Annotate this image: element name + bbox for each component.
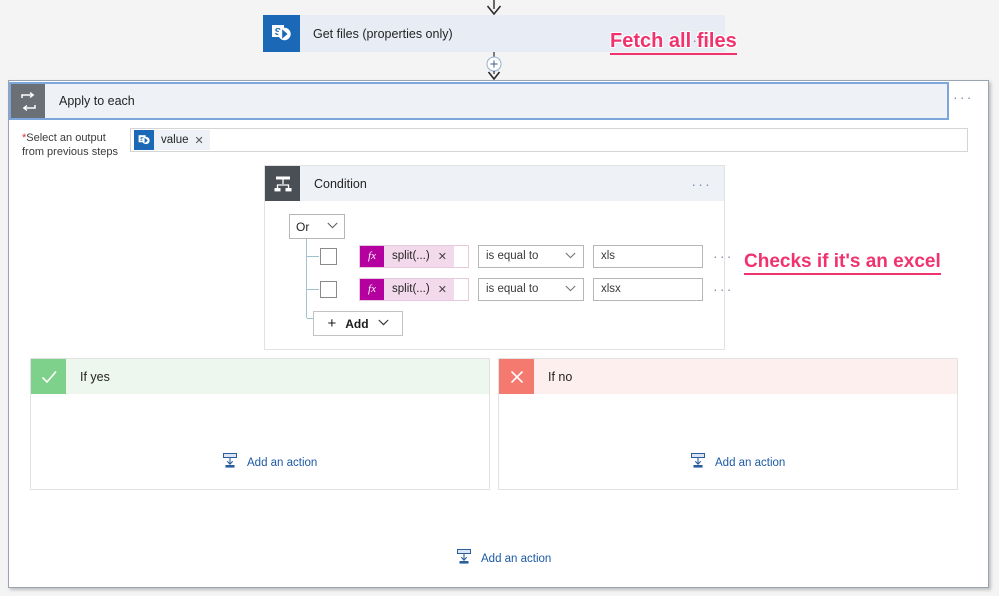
- add-action-label: Add an action: [247, 456, 318, 469]
- expression-label: split(...): [392, 250, 430, 262]
- operator-value: is equal to: [486, 283, 539, 295]
- condition-expression-field[interactable]: fx split(...) ✕: [359, 277, 469, 301]
- condition-rail-branch: [307, 289, 319, 290]
- select-output-label-line1: Select an output: [26, 132, 106, 144]
- expression-label: split(...): [392, 283, 430, 295]
- sharepoint-icon: S: [134, 130, 154, 150]
- add-action-label: Add an action: [481, 552, 552, 565]
- close-icon[interactable]: ✕: [438, 250, 447, 263]
- sharepoint-icon: S: [263, 15, 300, 52]
- annotation-fetch-all-files: Fetch all files: [610, 30, 737, 55]
- operator-value: is equal to: [486, 250, 539, 262]
- chevron-down-icon: [327, 222, 338, 231]
- condition-value-input[interactable]: xls: [593, 244, 703, 268]
- condition-rail: [306, 239, 307, 318]
- chevron-down-icon: [377, 319, 389, 328]
- condition-row-checkbox[interactable]: [320, 280, 337, 298]
- apply-to-each-menu-icon[interactable]: ···: [953, 90, 974, 104]
- select-output-label-line2: from previous steps: [22, 146, 118, 158]
- condition-operator-select[interactable]: is equal to: [478, 277, 584, 301]
- add-action-label: Add an action: [715, 456, 786, 469]
- close-icon[interactable]: ✕: [438, 283, 447, 296]
- action-card-title: Get files (properties only): [313, 26, 453, 41]
- condition-row-checkbox[interactable]: [320, 247, 337, 265]
- add-action-icon: [689, 452, 707, 473]
- connector-arrow-top: [482, 0, 506, 15]
- condition-rail-branch: [307, 256, 319, 257]
- condition-value-text: xlsx: [601, 283, 621, 295]
- close-icon[interactable]: ✕: [195, 134, 204, 147]
- condition-header[interactable]: Condition ···: [265, 166, 724, 201]
- condition-row: fx split(...) ✕ is equal to xlsx ···: [320, 277, 734, 301]
- condition-row: fx split(...) ✕ is equal to xls ···: [320, 244, 734, 268]
- select-output-label: *Select an output from previous steps: [22, 131, 132, 159]
- logic-operator-select[interactable]: Or: [289, 214, 345, 239]
- condition-menu-icon[interactable]: ···: [691, 177, 712, 191]
- add-action-link-loop[interactable]: Add an action: [455, 548, 551, 569]
- token-label: value: [161, 134, 189, 146]
- logic-operator-value: Or: [296, 219, 310, 234]
- plus-icon: +: [327, 315, 337, 332]
- expression-token[interactable]: split(...) ✕: [384, 245, 454, 267]
- condition-operator-select[interactable]: is equal to: [478, 244, 584, 268]
- cross-icon: [499, 359, 534, 394]
- branch-if-no-title: If no: [548, 369, 573, 384]
- branch-if-no-header: If no: [499, 359, 957, 394]
- branch-if-yes-header: If yes: [31, 359, 489, 394]
- select-output-input[interactable]: [130, 128, 968, 152]
- condition-row-menu-icon[interactable]: ···: [713, 249, 734, 263]
- annotation-text: Fetch all files: [610, 30, 737, 55]
- connector-insert-step[interactable]: [482, 52, 506, 80]
- add-action-icon: [221, 452, 239, 473]
- add-action-link-no[interactable]: Add an action: [689, 452, 785, 473]
- function-icon: fx: [360, 245, 384, 267]
- branch-if-yes: If yes Add an action: [30, 358, 490, 490]
- apply-to-each-title: Apply to each: [59, 94, 135, 108]
- add-action-link-yes[interactable]: Add an action: [221, 452, 317, 473]
- function-icon: fx: [360, 278, 384, 300]
- expression-token[interactable]: split(...) ✕: [384, 278, 454, 300]
- chevron-down-icon: [565, 285, 576, 294]
- loop-icon: [11, 84, 45, 118]
- condition-expression-field[interactable]: fx split(...) ✕: [359, 244, 469, 268]
- condition-title: Condition: [314, 176, 367, 191]
- add-condition-button[interactable]: + Add: [313, 311, 403, 336]
- branch-if-no: If no Add an action: [498, 358, 958, 490]
- condition-icon: [265, 166, 300, 201]
- chevron-down-icon: [565, 252, 576, 261]
- add-condition-label: Add: [345, 316, 369, 331]
- add-action-icon: [455, 548, 473, 569]
- condition-value-text: xls: [601, 250, 616, 262]
- apply-to-each-header[interactable]: Apply to each: [9, 82, 949, 120]
- annotation-checks-if-excel: Checks if it's an excel: [744, 251, 941, 275]
- flow-designer-canvas: S Get files (properties only) ··· Apply …: [0, 0, 999, 596]
- condition-value-input[interactable]: xlsx: [593, 277, 703, 301]
- check-icon: [31, 359, 66, 394]
- annotation-text: Checks if it's an excel: [744, 251, 941, 275]
- branch-if-yes-title: If yes: [80, 369, 110, 384]
- condition-row-menu-icon[interactable]: ···: [713, 282, 734, 296]
- dynamic-content-token-value[interactable]: S value ✕: [134, 130, 210, 150]
